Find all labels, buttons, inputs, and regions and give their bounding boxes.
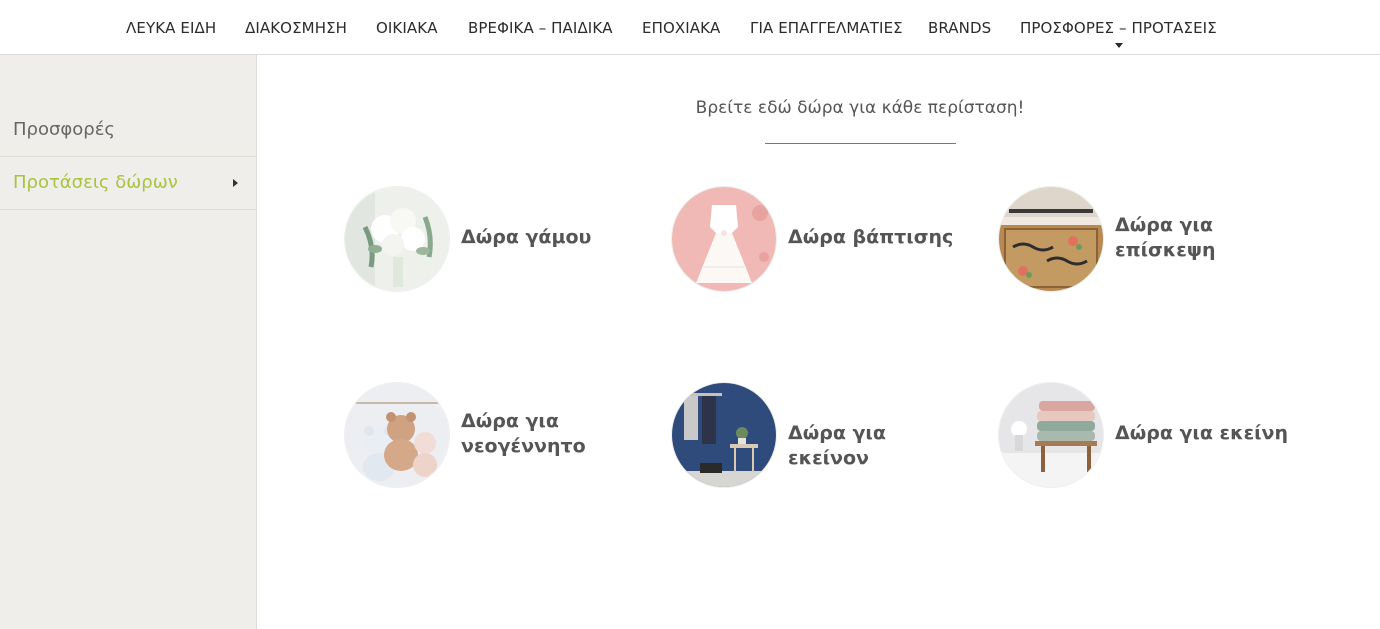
nav-item-epaggelmaties[interactable]: ΓΙΑ ΕΠΑΓΓΕΛΜΑΤΙΕΣ — [750, 18, 903, 38]
christening-dress-image[interactable] — [672, 187, 776, 291]
top-navigation: ΛΕΥΚΑ ΕΙΔΗ ΔΙΑΚΟΣΜΗΣΗ ΟΙΚΙΑΚΑ ΒΡΕΦΙΚΑ – … — [0, 0, 1380, 55]
nav-item-prosfores-protaseis[interactable]: ΠΡΟΣΦΟΡΕΣ – ΠΡΟΤΑΣΕΙΣ — [1020, 18, 1217, 38]
divider — [765, 143, 956, 144]
category-label[interactable]: Δώρα για νεογέννητο — [461, 409, 641, 459]
chevron-down-icon — [1115, 43, 1123, 48]
chevron-right-icon — [233, 179, 238, 187]
folded-towels-image[interactable] — [999, 383, 1103, 487]
bouquet-image[interactable] — [345, 187, 449, 291]
nav-item-epoxiaka[interactable]: ΕΠΟΧΙΑΚΑ — [642, 18, 720, 38]
nav-item-oikiaka[interactable]: ΟΙΚΙΑΚΑ — [376, 18, 438, 38]
category-card-visit[interactable]: Δώρα για επίσκεψη — [999, 187, 1299, 293]
towels-blue-wall-image[interactable] — [672, 383, 776, 487]
sidebar-item-label: Προσφορές — [13, 119, 115, 140]
category-card-christening[interactable]: Δώρα βάπτισης — [672, 187, 972, 293]
sidebar-item-prosfores[interactable]: Προσφορές — [0, 104, 257, 157]
category-label[interactable]: Δώρα γάμου — [461, 225, 641, 250]
main-menu: ΛΕΥΚΑ ΕΙΔΗ ΔΙΑΚΟΣΜΗΣΗ ΟΙΚΙΑΚΑ ΒΡΕΦΙΚΑ – … — [0, 18, 1380, 40]
nav-item-vrefika-paidika[interactable]: ΒΡΕΦΙΚΑ – ΠΑΙΔΙΚΑ — [468, 18, 613, 38]
category-label[interactable]: Δώρα για εκείνον — [788, 421, 968, 471]
nav-item-lefka-eidi[interactable]: ΛΕΥΚΑ ΕΙΔΗ — [126, 18, 216, 38]
page-intro: Βρείτε εδώ δώρα για κάθε περίσταση! — [695, 98, 1025, 118]
category-label[interactable]: Δώρα βάπτισης — [788, 225, 968, 250]
category-label[interactable]: Δώρα για εκείνη — [1115, 421, 1295, 446]
sidebar-item-protaseis-doron[interactable]: Προτάσεις δώρων — [0, 157, 257, 210]
teddy-bears-image[interactable] — [345, 383, 449, 487]
category-card-wedding[interactable]: Δώρα γάμου — [345, 187, 645, 293]
nav-item-diakosmisi[interactable]: ΔΙΑΚΟΣΜΗΣΗ — [245, 18, 347, 38]
sidebar: Προσφορές Προτάσεις δώρων — [0, 55, 257, 629]
nav-item-brands[interactable]: BRANDS — [928, 18, 991, 38]
doormat-image[interactable] — [999, 187, 1103, 291]
category-card-for-him[interactable]: Δώρα για εκείνον — [672, 383, 972, 489]
sidebar-item-label: Προτάσεις δώρων — [13, 172, 178, 193]
category-card-for-her[interactable]: Δώρα για εκείνη — [999, 383, 1299, 489]
category-card-newborn[interactable]: Δώρα για νεογέννητο — [345, 383, 645, 489]
category-label[interactable]: Δώρα για επίσκεψη — [1115, 213, 1295, 263]
